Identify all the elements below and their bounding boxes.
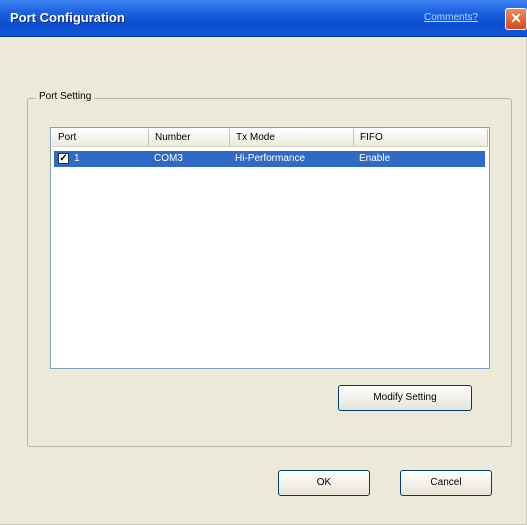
column-header-fifo[interactable]: FIFO [354, 129, 488, 147]
list-header: Port Number Tx Mode FIFO [52, 129, 488, 147]
modify-setting-button[interactable]: Modify Setting [338, 385, 472, 411]
cell-port: 1 [74, 153, 80, 164]
port-setting-label: Port Setting [36, 91, 95, 102]
cancel-button[interactable]: Cancel [400, 470, 492, 496]
window-title: Port Configuration [10, 10, 125, 25]
column-header-port[interactable]: Port [52, 129, 149, 147]
port-list[interactable]: Port Number Tx Mode FIFO ✓ 1 COM3 Hi-Per… [50, 127, 490, 369]
cell-number: COM3 [154, 153, 183, 164]
port-configuration-window: Port Configuration Comments? ✕ Port Sett… [0, 0, 527, 525]
close-icon: ✕ [510, 10, 522, 26]
column-header-tx-mode[interactable]: Tx Mode [230, 129, 354, 147]
title-bar[interactable]: Port Configuration Comments? ✕ [0, 0, 527, 37]
cell-tx-mode: Hi-Performance [235, 153, 306, 164]
port-enable-checkbox[interactable]: ✓ [58, 153, 69, 164]
close-button[interactable]: ✕ [505, 8, 527, 30]
column-header-number[interactable]: Number [149, 129, 230, 147]
ok-button[interactable]: OK [278, 470, 370, 496]
cell-fifo: Enable [359, 153, 391, 164]
list-row-port-1[interactable]: ✓ 1 COM3 Hi-Performance Enable [54, 151, 485, 167]
comments-link[interactable]: Comments? [424, 12, 478, 23]
